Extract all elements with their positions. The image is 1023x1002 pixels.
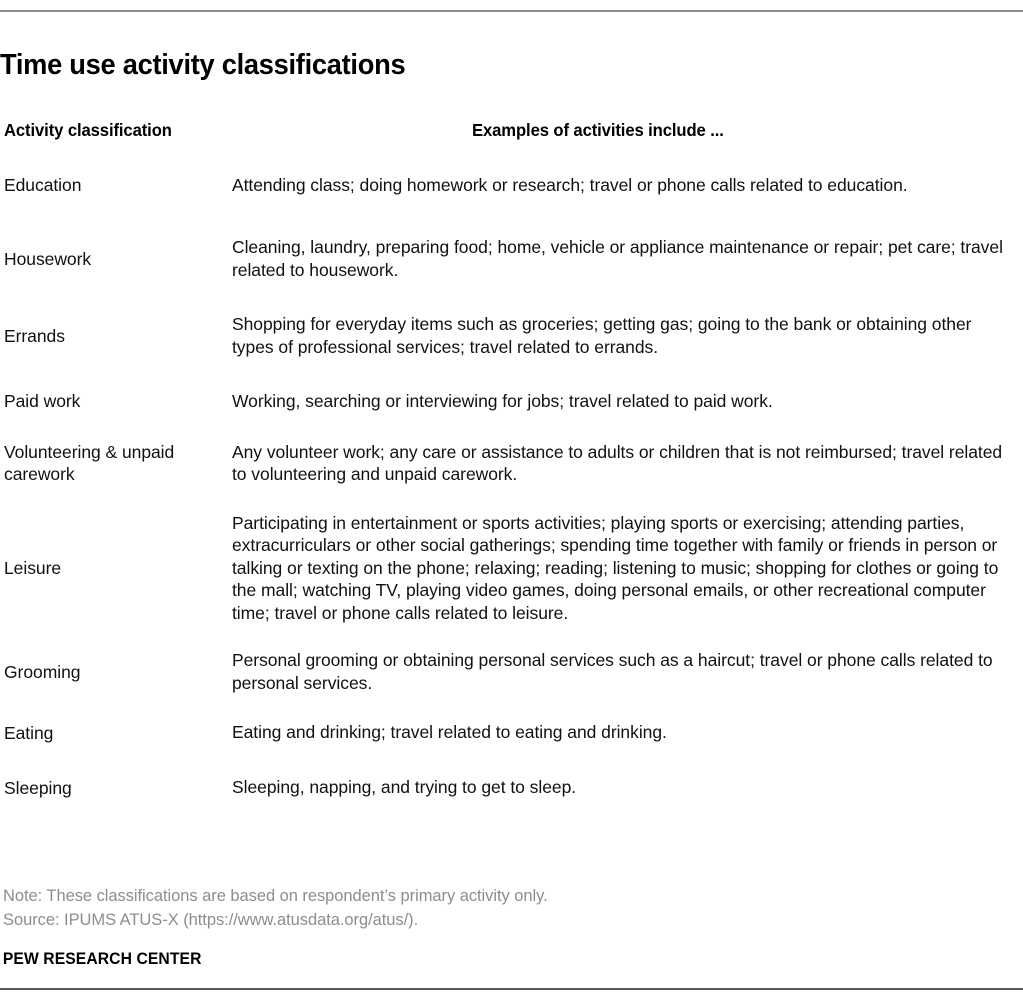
row-examples-text: Shopping for everyday items such as groc… — [232, 314, 972, 357]
table-row: Grooming Personal grooming or obtaining p… — [0, 638, 1023, 705]
row-examples-text: Working, searching or interviewing for j… — [232, 390, 773, 411]
table-row: Eating Eating and drinking; travel relate… — [0, 705, 1023, 760]
footer-organization: PEW RESEARCH CENTER — [2, 950, 202, 968]
column-header-classification: Activity classification — [4, 120, 172, 140]
top-divider — [0, 10, 1023, 12]
row-examples-text: Eating and drinking; travel related to e… — [232, 722, 667, 743]
row-examples-text: Personal grooming or obtaining personal … — [232, 650, 993, 693]
row-classification-label: Eating — [4, 722, 54, 743]
figure-footer: Note: These classifications are based on… — [0, 884, 1023, 969]
row-classification-label: Errands — [4, 325, 65, 346]
row-classification-label: Paid work — [4, 391, 81, 411]
table-figure: Time use activity classifications Activi… — [0, 0, 1023, 1002]
bottom-divider — [0, 988, 1023, 990]
row-classification-label: Sleeping — [4, 777, 72, 798]
table-row: Sleeping Sleeping, napping, and trying to… — [0, 760, 1023, 815]
table-row: Errands Shopping for everyday items such … — [0, 297, 1023, 374]
table-header-row: Activity classification Examples of acti… — [0, 120, 1023, 150]
row-examples-text: Attending class; doing homework or resea… — [232, 174, 908, 195]
row-classification-label: Grooming — [4, 661, 81, 682]
table-row: Education Attending class; doing homework… — [0, 150, 1023, 220]
row-classification-label: Leisure — [4, 558, 62, 578]
footer-note: Note: These classifications are based on… — [3, 887, 548, 905]
row-examples-text: Sleeping, napping, and trying to get to … — [232, 777, 577, 798]
row-classification-label: Housework — [4, 248, 92, 269]
table-row: Housework Cleaning, laundry, preparing fo… — [0, 220, 1023, 297]
row-examples-text: Participating in entertainment or sports… — [232, 512, 999, 623]
table-row: Volunteering & unpaid carework Any volunt… — [0, 428, 1023, 498]
table-body: Education Attending class; doing homework… — [0, 150, 1023, 815]
footer-source: Source: IPUMS ATUS-X (https://www.atusda… — [3, 911, 419, 929]
classification-table: Activity classification Examples of acti… — [0, 120, 1023, 815]
table-row: Paid work Working, searching or interview… — [0, 374, 1023, 428]
page-title: Time use activity classifications — [0, 49, 406, 82]
row-examples-text: Cleaning, laundry, preparing food; home,… — [232, 237, 1003, 280]
column-header-examples: Examples of activities include ... — [472, 120, 724, 140]
row-examples-text: Any volunteer work; any care or assistan… — [232, 441, 1003, 485]
row-classification-label: Volunteering & unpaid carework — [4, 442, 175, 484]
row-classification-label: Education — [4, 175, 82, 195]
table-row: Leisure Participating in entertainment or… — [0, 498, 1023, 638]
